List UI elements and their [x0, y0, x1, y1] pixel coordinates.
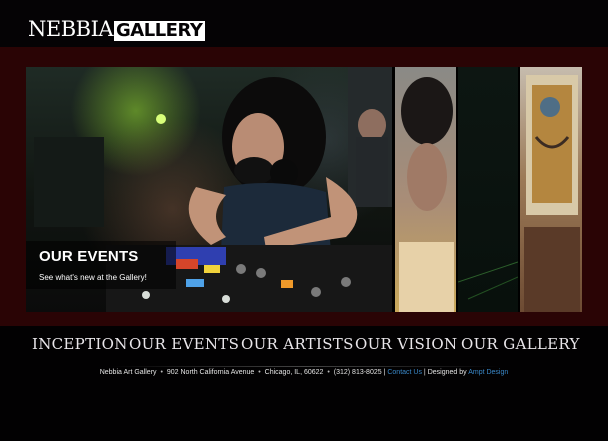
- slide-caption: OUR EVENTS See what's new at the Gallery…: [26, 241, 176, 289]
- footer-divider: [110, 366, 500, 367]
- footer-designed-by: Designed by: [427, 369, 467, 376]
- main-nav: INCEPTION OUR EVENTS OUR ARTISTS OUR VIS…: [0, 326, 608, 366]
- footer-separator: •: [325, 369, 332, 376]
- nav-our-events[interactable]: OUR EVENTS: [129, 335, 239, 353]
- portrait-thumbnail: [399, 77, 454, 312]
- footer-city: Chicago, IL, 60622: [264, 369, 324, 376]
- logo-gallery-text: GALLERY: [114, 21, 206, 41]
- site-logo[interactable]: NEBBIA GALLERY: [28, 17, 206, 41]
- footer-address: 902 North California Avenue: [166, 369, 255, 376]
- nav-our-vision[interactable]: OUR VISION: [355, 335, 457, 353]
- slide-thumb-vision[interactable]: [458, 67, 518, 312]
- nav-our-artists[interactable]: OUR ARTISTS: [241, 335, 354, 353]
- slideshow: OUR EVENTS See what's new at the Gallery…: [26, 67, 582, 312]
- footer-phone: (312) 813-8025: [333, 369, 382, 376]
- footer-separator: •: [158, 369, 165, 376]
- nav-our-gallery[interactable]: OUR GALLERY: [461, 335, 580, 353]
- main-slide-dj-photo[interactable]: OUR EVENTS See what's new at the Gallery…: [26, 67, 392, 312]
- site-footer: Nebbia Art Gallery • 902 North Californi…: [99, 369, 509, 376]
- slide-thumb-artists[interactable]: [395, 67, 456, 312]
- artwork-thumbnail: [524, 75, 580, 312]
- caption-subtitle: See what's new at the Gallery!: [39, 273, 147, 282]
- caption-title: OUR EVENTS: [39, 248, 139, 265]
- footer-contact-link[interactable]: Contact Us: [387, 369, 422, 376]
- logo-nebbia-text: NEBBIA: [28, 17, 114, 41]
- nav-inception[interactable]: INCEPTION: [32, 335, 128, 353]
- site-header: NEBBIA GALLERY: [0, 0, 608, 47]
- footer-designer-link[interactable]: Ampt Design: [468, 369, 508, 376]
- footer-gallery-name: Nebbia Art Gallery: [99, 369, 157, 376]
- footer-separator: •: [256, 369, 263, 376]
- dark-thumbnail: [458, 261, 518, 300]
- slide-thumb-gallery[interactable]: [520, 67, 582, 312]
